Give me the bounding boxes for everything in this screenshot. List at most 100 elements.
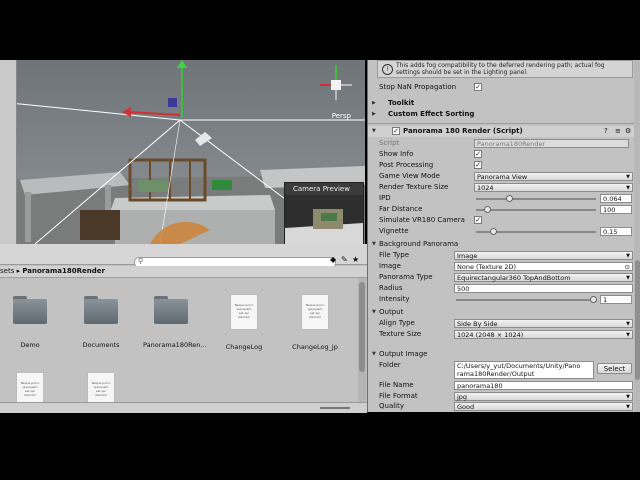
folder-icon (13, 296, 47, 324)
doc-preview-text: Neque porro quisquam est qui dolorem (20, 381, 40, 397)
background-panorama-header: Background Panorama (379, 240, 459, 248)
row-file-name: File Name panorama180 (368, 380, 640, 391)
component-header[interactable]: ▼ ✓ Panorama 180 Render (Script) ? ≡ ⚙ (368, 126, 640, 137)
folder-path-field[interactable]: C:/Users/y_yut/Documents/Unity/Pano rama… (454, 361, 594, 379)
game-view-mode-dropdown[interactable]: Panorama View ▼ (474, 172, 633, 181)
text-file-icon: Neque porro quisquam est qui dolorem (301, 294, 329, 330)
output-header: Output (379, 308, 404, 316)
ipd-slider-knob[interactable] (506, 195, 513, 202)
image-object-field[interactable]: None (Texture 2D) ⊙ (454, 262, 633, 271)
help-box: ! This adds fog compatibility to the def… (377, 60, 633, 78)
intensity-field[interactable]: 1 (600, 295, 632, 304)
gear-icon[interactable]: ⚙ (625, 126, 631, 137)
ipd-field[interactable]: 0.064 (600, 194, 632, 203)
row-intensity: Intensity 1 (368, 294, 640, 305)
text-file-icon: Neque porro quisquam est qui dolorem (230, 294, 258, 330)
texture-size-dropdown[interactable]: 1024 (2048 × 1024) ▼ (454, 330, 633, 339)
folder-path-line-2: rama180Render/Output (457, 370, 535, 378)
row-simulate-vr180: Simulate VR180 Camera ✓ (368, 215, 640, 226)
asset-label: ChangeLog_jp (292, 343, 338, 351)
asset-folder-documents[interactable]: Documents (73, 296, 129, 349)
script-field[interactable]: Panorama180Render (474, 139, 629, 148)
folder-icon (154, 296, 188, 324)
doc-preview-text: Neque porro quisquam est qui dolorem (234, 303, 254, 319)
component-title: Panorama 180 Render (Script) (403, 127, 523, 135)
asset-folder-panorama180render[interactable]: Panorama180Ren… (143, 296, 207, 349)
row-output[interactable]: ▼ Output (368, 307, 640, 318)
row-radius: Radius 500 (368, 283, 640, 294)
intensity-slider-track[interactable] (456, 299, 596, 301)
far-distance-slider-knob[interactable] (484, 206, 491, 213)
row-ipd: IPD 0.064 (368, 193, 640, 204)
asset-file-changelog[interactable]: Neque porro quisquam est qui dolorem Cha… (216, 294, 272, 351)
row-quality: Quality Good ▼ (368, 401, 640, 412)
file-name-field[interactable]: panorama180 (454, 381, 633, 390)
ipd-slider-track[interactable] (476, 198, 596, 200)
file-format-dropdown[interactable]: jpg ▼ (454, 392, 633, 401)
show-info-checkbox[interactable]: ✓ (474, 150, 482, 158)
row-background-panorama[interactable]: ▼ Background Panorama (368, 239, 640, 250)
perspective-label[interactable]: Persp (332, 112, 351, 120)
far-distance-slider-track[interactable] (476, 209, 596, 211)
icon-size-slider[interactable] (320, 407, 350, 409)
filter-icon[interactable]: ◆ (330, 255, 336, 264)
project-toolbar: ⚲ ◆ ✎ ★ (0, 244, 367, 268)
row-script: Script Panorama180Render (368, 138, 640, 149)
asset-file-changelog-jp[interactable]: Neque porro quisquam est qui dolorem Cha… (287, 294, 343, 351)
folder-label: Folder (379, 361, 401, 369)
row-folder: Folder C:/Users/y_yut/Documents/Unity/Pa… (368, 360, 640, 380)
preset-icon[interactable]: ≡ (615, 126, 621, 137)
texture-size-label: Texture Size (379, 330, 422, 338)
post-processing-checkbox[interactable]: ✓ (474, 161, 482, 169)
star-icon[interactable]: ★ (352, 255, 359, 264)
tag-icon[interactable]: ✎ (341, 255, 348, 264)
row-vignette: Vignette 0.15 (368, 226, 640, 237)
quality-label: Quality (379, 402, 405, 410)
hierarchy-strip[interactable] (0, 60, 17, 244)
row-stop-nan: Stop NaN Propagation ✓ (368, 82, 640, 93)
row-align-type: Align Type Side By Side ▼ (368, 318, 640, 329)
custom-effect-foldout[interactable]: Custom Effect Sorting (388, 109, 474, 120)
align-type-dropdown[interactable]: Side By Side ▼ (454, 319, 633, 328)
dropdown-arrow-icon: ▼ (626, 404, 630, 410)
inspector-panel: ! This adds fog compatibility to the def… (367, 60, 640, 412)
help-icon[interactable]: ? (604, 126, 608, 137)
breadcrumb-root[interactable]: sets (0, 267, 14, 275)
row-file-type: File Type Image ▼ (368, 250, 640, 261)
camera-preview: Camera Preview (284, 182, 364, 244)
render-texture-size-dropdown[interactable]: 1024 ▼ (474, 183, 633, 192)
project-footer (0, 402, 367, 413)
panorama-type-dropdown[interactable]: Equirectangular360 TopAndBottom ▼ (454, 273, 633, 282)
project-scrollbar[interactable] (358, 278, 366, 412)
doc-preview-text: Neque porro quisquam est qui dolorem (305, 303, 325, 319)
image-label: Image (379, 262, 401, 270)
row-toolkit[interactable]: ▶ Toolkit (368, 98, 640, 109)
radius-label: Radius (379, 284, 403, 292)
simulate-vr180-checkbox[interactable]: ✓ (474, 216, 482, 224)
breadcrumb-current[interactable]: Panorama180Render (22, 267, 105, 275)
breadcrumb-separator: ▸ (16, 267, 21, 275)
foldout-down-icon: ▼ (372, 309, 376, 315)
info-icon: ! (382, 64, 393, 75)
show-info-label: Show Info (379, 150, 414, 158)
quality-dropdown[interactable]: Good ▼ (454, 402, 633, 411)
file-type-dropdown[interactable]: Image ▼ (454, 251, 633, 260)
vignette-field[interactable]: 0.15 (600, 227, 632, 236)
dropdown-arrow-icon: ▼ (626, 185, 630, 191)
far-distance-field[interactable]: 100 (600, 205, 632, 214)
radius-field[interactable]: 500 (454, 284, 633, 293)
dropdown-arrow-icon: ▼ (626, 321, 630, 327)
select-folder-button[interactable]: Select (597, 363, 632, 374)
inspector-scrollbar[interactable] (634, 60, 640, 412)
render-texture-size-label: Render Texture Size (379, 183, 449, 191)
intensity-slider-knob[interactable] (590, 296, 597, 303)
vignette-slider-knob[interactable] (490, 228, 497, 235)
row-output-image[interactable]: ▼ Output Image (368, 349, 640, 360)
stop-nan-checkbox[interactable]: ✓ (474, 83, 482, 91)
far-distance-label: Far Distance (379, 205, 423, 213)
toolkit-foldout[interactable]: Toolkit (388, 98, 414, 109)
component-enabled-checkbox[interactable]: ✓ (392, 127, 400, 135)
asset-folder-demo[interactable]: Demo (2, 296, 58, 349)
scene-view[interactable]: Persp Camera Preview (0, 60, 365, 244)
row-custom-effect[interactable]: ▶ Custom Effect Sorting (368, 109, 640, 120)
